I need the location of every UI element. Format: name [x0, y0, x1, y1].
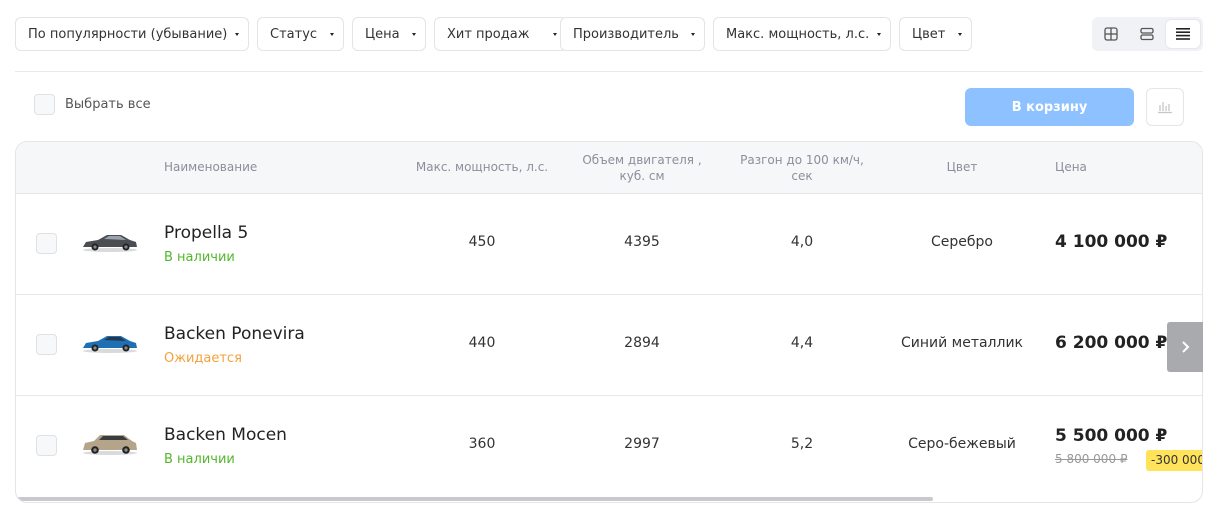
- cell-color: Серо-бежевый: [908, 436, 1016, 452]
- caret-down-icon: [235, 33, 239, 36]
- filter-color[interactable]: Цвет: [899, 17, 972, 51]
- list-view-button[interactable]: [1166, 20, 1200, 48]
- table-row[interactable]: Backen Mocen В наличии 360 2997 5,2 Серо…: [16, 396, 1202, 497]
- header-acceleration: Разгон до 100 км/ч, сек: [740, 153, 864, 183]
- filter-price-label: Цена: [365, 26, 400, 42]
- add-to-cart-button[interactable]: В корзину: [965, 88, 1134, 126]
- divider: [15, 71, 1203, 72]
- row-checkbox[interactable]: [36, 233, 57, 254]
- availability-status: Ожидается: [164, 351, 242, 366]
- header-color: Цвет: [946, 160, 978, 174]
- view-switcher: [1092, 17, 1203, 51]
- discount-badge: -300 000: [1146, 450, 1202, 471]
- old-price: 5 800 000 ₽: [1055, 452, 1128, 466]
- rows-view-icon: [1140, 27, 1154, 41]
- header-name: Наименование: [164, 160, 258, 174]
- filter-bestseller[interactable]: Хит продаж: [434, 17, 567, 51]
- row-checkbox[interactable]: [36, 334, 57, 355]
- filter-max-power[interactable]: Макс. мощность, л.с.: [713, 17, 891, 51]
- table-header: Наименование Макс. мощность, л.с. Объем …: [16, 142, 1202, 194]
- filter-manufacturer[interactable]: Производитель: [560, 17, 705, 51]
- product-name[interactable]: Propella 5: [164, 223, 248, 243]
- cell-volume: 2997: [624, 436, 660, 452]
- horizontal-scrollbar[interactable]: [16, 496, 1202, 502]
- grid-view-button[interactable]: [1094, 20, 1128, 48]
- filter-bestseller-label: Хит продаж: [447, 26, 530, 42]
- cell-power: 360: [468, 436, 496, 452]
- filter-status-label: Статус: [270, 26, 318, 42]
- sort-dropdown-label: По популярности (убывание): [28, 26, 228, 42]
- select-all-checkbox[interactable]: [34, 94, 55, 115]
- filter-manufacturer-label: Производитель: [573, 26, 679, 42]
- filter-status[interactable]: Статус: [257, 17, 344, 51]
- header-power: Макс. мощность, л.с.: [415, 160, 549, 174]
- caret-down-icon: [958, 33, 962, 36]
- chevron-right-icon: [1182, 341, 1190, 353]
- price: 4 100 000 ₽: [1055, 232, 1168, 252]
- price: 5 500 000 ₽: [1055, 426, 1168, 446]
- filter-color-label: Цвет: [912, 26, 946, 42]
- caret-down-icon: [691, 33, 695, 36]
- filter-max-power-label: Макс. мощность, л.с.: [726, 26, 870, 42]
- price: 6 200 000 ₽: [1055, 333, 1168, 353]
- scroll-right-button[interactable]: [1167, 322, 1203, 372]
- sort-dropdown[interactable]: По популярности (убывание): [15, 17, 249, 51]
- cell-volume: 2894: [624, 335, 660, 351]
- compare-button[interactable]: [1146, 88, 1184, 126]
- car-image: [83, 336, 137, 353]
- car-image: [83, 435, 137, 455]
- caret-down-icon: [877, 33, 881, 36]
- caret-down-icon: [553, 33, 557, 36]
- product-name[interactable]: Backen Mocen: [164, 425, 287, 445]
- caret-down-icon: [412, 33, 416, 36]
- car-image: [83, 235, 137, 252]
- table-row[interactable]: Propella 5 В наличии 450 4395 4,0 Серебр…: [16, 194, 1202, 295]
- grid-view-icon: [1104, 27, 1118, 41]
- list-view-icon: [1176, 28, 1190, 40]
- row-checkbox[interactable]: [36, 435, 57, 456]
- filter-price[interactable]: Цена: [352, 17, 426, 51]
- select-all[interactable]: Выбрать все: [34, 94, 151, 115]
- cell-power: 440: [468, 335, 496, 351]
- header-price: Цена: [1055, 160, 1087, 174]
- cell-acceleration: 5,2: [790, 436, 814, 452]
- cell-acceleration: 4,0: [790, 234, 814, 250]
- cell-acceleration: 4,4: [790, 335, 814, 351]
- table-row[interactable]: Backen Ponevira Ожидается 440 2894 4,4 С…: [16, 295, 1202, 396]
- cell-color: Синий металлик: [900, 335, 1024, 351]
- cell-power: 450: [468, 234, 496, 250]
- select-all-label: Выбрать все: [65, 97, 151, 112]
- scrollbar-thumb[interactable]: [17, 497, 933, 501]
- availability-status: В наличии: [164, 452, 235, 467]
- product-table: Наименование Макс. мощность, л.с. Объем …: [15, 141, 1203, 503]
- rows-view-button[interactable]: [1130, 20, 1164, 48]
- cell-volume: 4395: [624, 234, 660, 250]
- availability-status: В наличии: [164, 250, 235, 265]
- bar-chart-icon: [1158, 102, 1172, 114]
- product-name[interactable]: Backen Ponevira: [164, 324, 305, 344]
- caret-down-icon: [330, 33, 334, 36]
- header-volume: Объем двигателя , куб. см: [582, 153, 702, 183]
- cell-color: Серебро: [931, 234, 993, 250]
